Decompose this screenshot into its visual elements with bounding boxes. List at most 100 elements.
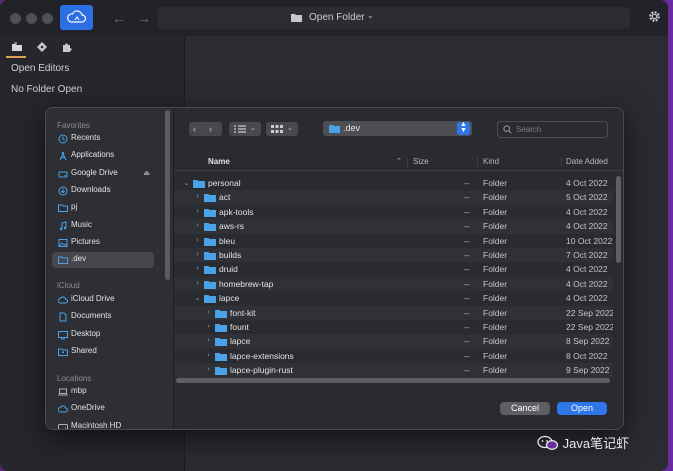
sidebar-item-icloud-drive[interactable]: iCloud Drive xyxy=(52,292,154,308)
file-row[interactable]: ⌄ personal -- Folder 4 Oct 2022 xyxy=(174,176,613,190)
file-date-added: 4 Oct 2022 xyxy=(566,221,608,232)
sort-ascending-icon[interactable]: ⌃ xyxy=(396,157,402,165)
folder-icon xyxy=(204,252,216,260)
back-forward-buttons[interactable]: ‹ › xyxy=(189,122,222,136)
file-row[interactable]: › lapce -- Folder 8 Sep 2022 xyxy=(174,334,613,349)
file-row[interactable]: › homebrew-tap -- Folder 4 Oct 2022 xyxy=(174,276,613,292)
file-name: act xyxy=(219,192,231,203)
sidebar-item-label: Macintosh HD xyxy=(71,420,122,430)
chevron-right-icon[interactable]: › xyxy=(209,122,212,136)
remote-cloud-button[interactable] xyxy=(60,5,93,30)
music-icon xyxy=(59,220,67,230)
chevron-right-icon[interactable]: › xyxy=(194,208,201,215)
list-view-button[interactable]: ⌄ xyxy=(229,122,261,136)
chevron-right-icon[interactable]: › xyxy=(194,237,201,244)
eject-icon[interactable]: ⏏ xyxy=(143,169,150,177)
cloud-icon xyxy=(58,405,68,413)
folder-icon xyxy=(204,223,216,232)
sidebar-scrollbar[interactable] xyxy=(165,110,170,280)
sidebar-item-desktop[interactable]: Desktop xyxy=(52,327,154,343)
file-kind: Folder xyxy=(483,264,508,275)
chevron-right-icon[interactable]: › xyxy=(194,265,201,272)
location-stepper-icon[interactable]: ▲ ▼ xyxy=(457,121,470,135)
column-header-name[interactable]: Name xyxy=(208,157,230,166)
file-row[interactable]: › lapce-plugin-rust -- Folder 9 Sep 2022 xyxy=(174,363,613,378)
file-kind: Folder xyxy=(483,278,508,289)
chevron-right-icon[interactable]: › xyxy=(194,280,201,287)
applications-icon xyxy=(59,152,67,161)
sidebar-item-recents[interactable]: Recents xyxy=(52,131,154,147)
chevron-right-icon[interactable]: › xyxy=(194,251,201,258)
gear-icon[interactable] xyxy=(648,10,661,23)
chevron-left-icon[interactable]: ‹ xyxy=(193,122,196,136)
chevron-down-icon[interactable]: ⌄ xyxy=(194,294,201,302)
sidebar-item-applications[interactable]: Applications xyxy=(52,148,154,164)
column-header-date-added[interactable]: Date Added xyxy=(566,157,608,166)
source-control-icon[interactable] xyxy=(35,40,49,54)
file-row[interactable]: › font-kit -- Folder 22 Sep 2022 xyxy=(174,305,613,320)
chevron-right-icon[interactable]: › xyxy=(205,337,212,344)
chevron-right-icon[interactable]: › xyxy=(205,366,212,373)
file-row[interactable]: › builds -- Folder 7 Oct 2022 xyxy=(174,248,613,263)
folder-icon xyxy=(215,367,227,376)
file-size: -- xyxy=(464,250,470,260)
vertical-scrollbar[interactable] xyxy=(616,176,621,263)
sidebar-item-pictures[interactable]: Pictures xyxy=(52,235,154,251)
file-kind: Folder xyxy=(483,221,508,232)
chevron-right-icon[interactable]: › xyxy=(194,193,201,200)
minimize-window-button[interactable] xyxy=(26,13,37,24)
file-row[interactable]: ⌄ lapce -- Folder 4 Oct 2022 xyxy=(174,291,613,305)
folder-icon xyxy=(215,338,227,347)
column-header-kind[interactable]: Kind xyxy=(483,157,499,166)
sidebar-item-music[interactable]: Music xyxy=(52,218,154,234)
sidebar-item-documents[interactable]: Documents xyxy=(52,309,154,325)
sidebar-item-onedrive[interactable]: OneDrive xyxy=(52,401,154,417)
close-window-button[interactable] xyxy=(10,13,21,24)
file-row[interactable]: › act -- Folder 5 Oct 2022 xyxy=(174,190,613,205)
chevron-right-icon[interactable]: › xyxy=(194,222,201,229)
column-separator[interactable] xyxy=(477,157,478,167)
file-row[interactable]: › fount -- Folder 22 Sep 2022 xyxy=(174,320,613,334)
sidebar-item-google-drive[interactable]: Google Drive ⏏ xyxy=(52,166,154,182)
column-separator[interactable] xyxy=(561,157,562,167)
file-row[interactable]: › lapce-extensions -- Folder 8 Oct 2022 xyxy=(174,349,613,363)
column-separator[interactable] xyxy=(407,157,408,167)
sidebar-item-mbp[interactable]: mbp xyxy=(52,384,154,400)
chevron-right-icon[interactable]: › xyxy=(205,309,212,316)
open-button[interactable]: Open xyxy=(557,402,607,415)
horizontal-scrollbar[interactable] xyxy=(176,378,610,383)
file-date-added: 22 Sep 2022 xyxy=(566,307,613,318)
sidebar-item-dev[interactable]: .dev xyxy=(52,252,154,269)
sidebar-item-label: Recents xyxy=(71,133,101,142)
file-name: builds xyxy=(219,250,242,260)
sidebar-item-pj[interactable]: pj xyxy=(52,200,154,216)
chevron-right-icon[interactable]: › xyxy=(205,323,212,330)
sidebar-item-downloads[interactable]: Downloads xyxy=(52,183,154,199)
location-select[interactable]: .dev ▲ ▼ xyxy=(323,121,472,136)
file-date-added: 9 Sep 2022 xyxy=(566,365,610,376)
forward-arrow-icon[interactable]: → xyxy=(137,10,151,26)
cancel-button[interactable]: Cancel xyxy=(500,402,550,415)
back-arrow-icon[interactable]: ← xyxy=(112,10,126,26)
sidebar-item-macintosh-hd[interactable]: Macintosh HD xyxy=(52,419,154,430)
chevron-right-icon[interactable]: › xyxy=(205,352,212,359)
search-input[interactable] xyxy=(516,123,602,135)
download-icon xyxy=(58,186,68,196)
file-row[interactable]: › apk-tools -- Folder 4 Oct 2022 xyxy=(174,205,613,219)
files-icon[interactable] xyxy=(10,40,24,54)
search-box[interactable] xyxy=(497,121,608,138)
title-palette[interactable]: Open Folder ⌄ xyxy=(158,7,630,29)
plugins-icon[interactable] xyxy=(60,40,74,54)
file-date-added: 4 Oct 2022 xyxy=(566,278,608,289)
sidebar-item-shared[interactable]: Shared xyxy=(52,344,154,360)
chevron-down-icon[interactable]: ⌄ xyxy=(183,179,190,187)
open-editors-label[interactable]: Open Editors xyxy=(11,63,69,74)
file-row[interactable]: › aws-rs -- Folder 4 Oct 2022 xyxy=(174,219,613,234)
file-row[interactable]: › druid -- Folder 4 Oct 2022 xyxy=(174,262,613,276)
column-header-size[interactable]: Size xyxy=(413,157,429,166)
folder-icon xyxy=(215,309,227,318)
grid-view-button[interactable]: ⌄ xyxy=(266,122,298,136)
zoom-window-button[interactable] xyxy=(42,13,53,24)
file-row[interactable]: › bleu -- Folder 10 Oct 2022 xyxy=(174,234,613,248)
sidebar-item-label: OneDrive xyxy=(71,403,105,413)
